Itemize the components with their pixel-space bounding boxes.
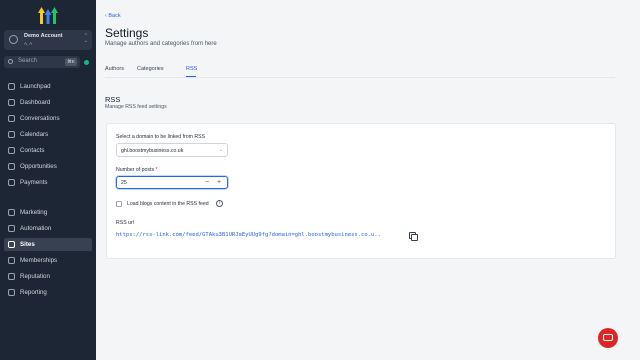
sidebar-item-label: Dashboard bbox=[20, 99, 51, 106]
chevron-down-icon: ⌄ bbox=[218, 147, 223, 153]
sidebar-item-label: Marketing bbox=[20, 209, 48, 216]
contacts-icon bbox=[8, 147, 15, 154]
chat-widget-button[interactable] bbox=[598, 328, 618, 348]
sidebar: Demo Account A, A ⌃ ⌄ Search ⌘K Launchpad… bbox=[0, 0, 96, 360]
sidebar-item-reputation[interactable]: Reputation bbox=[4, 270, 92, 283]
dashboard-icon bbox=[8, 99, 15, 106]
sidebar-item-conversations[interactable]: Conversations bbox=[4, 112, 92, 125]
location-icon bbox=[9, 35, 18, 44]
payments-icon bbox=[8, 179, 15, 186]
sidebar-item-contacts[interactable]: Contacts bbox=[4, 144, 92, 157]
sidebar-item-launchpad[interactable]: Launchpad bbox=[4, 80, 92, 93]
chart-line-icon bbox=[8, 289, 15, 296]
account-switcher[interactable]: Demo Account A, A ⌃ ⌄ bbox=[4, 30, 92, 50]
sidebar-item-dashboard[interactable]: Dashboard bbox=[4, 96, 92, 109]
sidebar-item-label: Reporting bbox=[20, 289, 47, 296]
shortcut-badge: ⌘K bbox=[65, 58, 77, 66]
sidebar-item-opportunities[interactable]: Opportunities bbox=[4, 160, 92, 173]
calendar-icon bbox=[8, 131, 15, 138]
sidebar-item-calendars[interactable]: Calendars bbox=[4, 128, 92, 141]
target-icon bbox=[8, 163, 15, 170]
posts-value: 25 bbox=[121, 180, 127, 186]
required-marker: * bbox=[155, 167, 158, 173]
rocket-icon bbox=[8, 83, 15, 90]
back-label: Back bbox=[108, 13, 121, 19]
load-content-checkbox[interactable] bbox=[116, 201, 122, 207]
chat-bubble-icon bbox=[603, 334, 613, 341]
rss-settings-card: Select a domain to be linked from RSS gh… bbox=[106, 123, 616, 259]
automation-icon bbox=[8, 225, 15, 232]
globe-icon bbox=[8, 241, 15, 248]
search-icon bbox=[8, 59, 13, 64]
rss-url-link[interactable]: https://rss-link.com/feed/GTAku3B1URJaEy… bbox=[116, 232, 381, 238]
main-content: ‹ Back Settings Manage authors and categ… bbox=[96, 0, 640, 360]
copy-icon[interactable] bbox=[409, 232, 418, 241]
membership-icon bbox=[8, 257, 15, 264]
active-tab-indicator bbox=[186, 76, 196, 77]
sidebar-item-label: Calendars bbox=[20, 131, 49, 138]
search-placeholder: Search bbox=[18, 58, 38, 64]
increment-button[interactable]: + bbox=[217, 178, 221, 187]
sidebar-item-label: Reputation bbox=[20, 273, 50, 280]
info-icon[interactable]: i bbox=[216, 200, 223, 207]
rss-url-label: RSS url bbox=[116, 220, 134, 226]
decrement-button[interactable]: − bbox=[205, 178, 209, 187]
sidebar-item-automation[interactable]: Automation bbox=[4, 222, 92, 235]
posts-label: Number of posts * bbox=[116, 167, 158, 173]
domain-label: Select a domain to be linked from RSS bbox=[116, 134, 206, 140]
tab-bar: Authors Categories RSS bbox=[105, 66, 615, 78]
sidebar-item-label: Payments bbox=[20, 179, 48, 186]
tab-authors[interactable]: Authors bbox=[105, 66, 124, 72]
search-input[interactable]: Search ⌘K bbox=[4, 56, 80, 68]
account-subtitle: A, A bbox=[24, 41, 33, 46]
page-title: Settings bbox=[105, 26, 149, 40]
back-link[interactable]: ‹ Back bbox=[105, 13, 121, 19]
chevron-updown-icon: ⌃ ⌄ bbox=[83, 33, 88, 44]
sidebar-item-label: Automation bbox=[20, 225, 52, 232]
sidebar-item-label: Launchpad bbox=[20, 83, 51, 90]
sidebar-item-payments[interactable]: Payments bbox=[4, 176, 92, 189]
checkbox-label: Load blogs content in the RSS feed bbox=[127, 201, 209, 207]
section-subtitle: Manage RSS feed settings bbox=[105, 104, 167, 110]
tab-categories[interactable]: Categories bbox=[137, 66, 164, 72]
chat-bubble-icon bbox=[8, 115, 15, 122]
posts-number-input[interactable]: 25 − + bbox=[116, 176, 228, 189]
account-name: Demo Account bbox=[24, 33, 63, 39]
section-title: RSS bbox=[105, 95, 121, 104]
sidebar-item-label: Contacts bbox=[20, 147, 45, 154]
app-logo bbox=[38, 7, 58, 24]
sidebar-item-label: Conversations bbox=[20, 115, 60, 122]
sidebar-item-sites[interactable]: Sites bbox=[4, 238, 92, 251]
sidebar-item-label: Opportunities bbox=[20, 163, 57, 170]
sidebar-item-label: Sites bbox=[20, 241, 35, 248]
sidebar-item-reporting[interactable]: Reporting bbox=[4, 286, 92, 299]
sidebar-item-marketing[interactable]: Marketing bbox=[4, 206, 92, 219]
megaphone-icon bbox=[8, 209, 15, 216]
domain-select[interactable]: ghl.boostmybusiness.co.uk ⌄ bbox=[116, 143, 228, 157]
star-icon bbox=[8, 273, 15, 280]
status-dot bbox=[84, 60, 89, 65]
page-subtitle: Manage authors and categories from here bbox=[105, 41, 217, 47]
sidebar-item-memberships[interactable]: Memberships bbox=[4, 254, 92, 267]
tab-rss[interactable]: RSS bbox=[186, 66, 197, 72]
sidebar-item-label: Memberships bbox=[20, 257, 58, 264]
domain-value: ghl.boostmybusiness.co.uk bbox=[121, 148, 184, 154]
